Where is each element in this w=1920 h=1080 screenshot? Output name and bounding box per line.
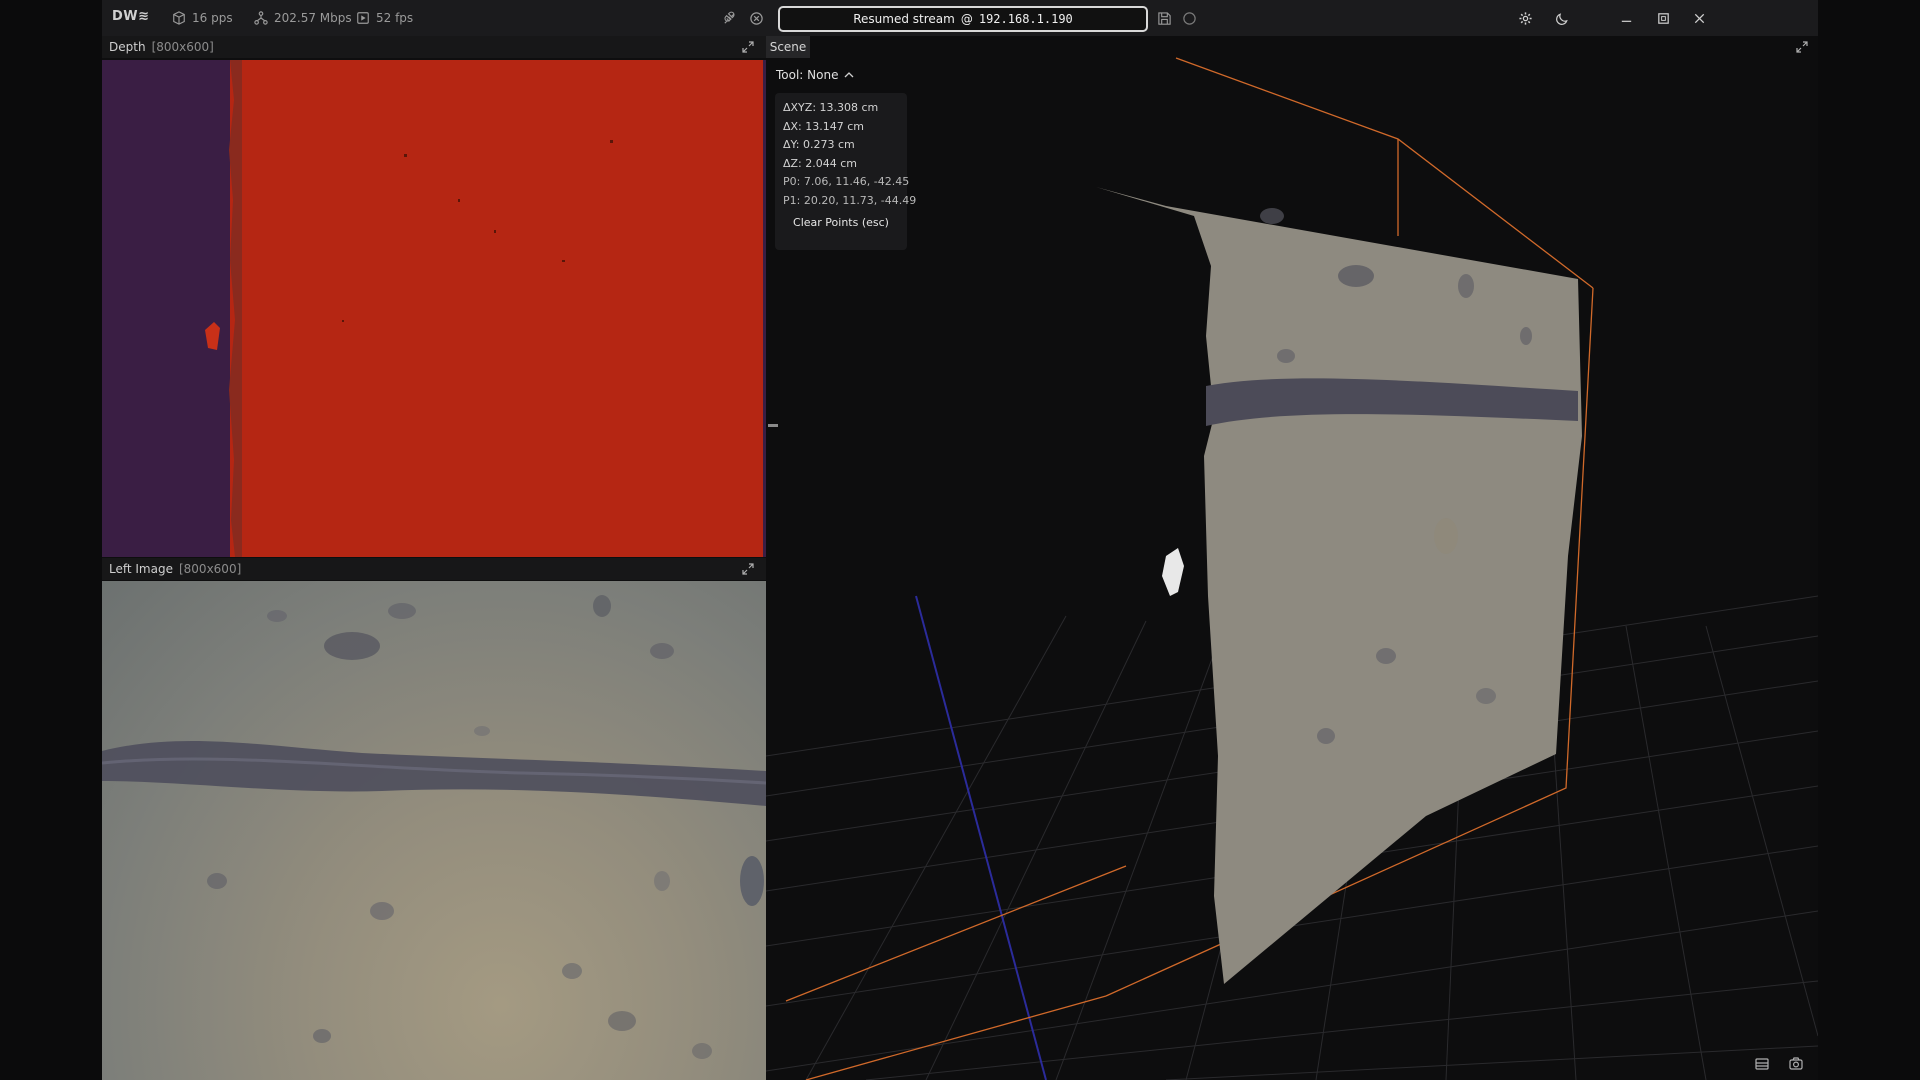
depth-map-overlay <box>205 60 613 557</box>
chevron-up-icon <box>845 72 854 78</box>
pps-indicator: 16 pps <box>172 9 233 27</box>
maximize-icon[interactable] <box>1654 9 1672 27</box>
network-icon <box>254 11 268 25</box>
camera-texture <box>102 595 766 1059</box>
stop-stream-icon[interactable] <box>747 9 765 27</box>
expand-icon[interactable] <box>1796 41 1808 53</box>
app-logo: DW≋ <box>112 9 150 24</box>
measurement-panel: ΔXYZ: 13.308 cm ΔX: 13.147 cm ΔY: 0.273 … <box>775 93 917 250</box>
settings-gear-icon[interactable] <box>1516 9 1534 27</box>
left-camera-image[interactable] <box>102 581 766 1080</box>
scene-3d-view[interactable]: Scene Tool: None ΔXYZ: 13.308 cm ΔX: 13.… <box>766 36 1818 1080</box>
point-p1: P1: 20.20, 11.73, -44.49 <box>783 193 917 207</box>
scene-bottom-toolbar <box>1754 1056 1804 1072</box>
record-icon[interactable] <box>1180 9 1198 27</box>
disconnect-icon[interactable] <box>720 9 738 27</box>
depth-panel-header: Depth [800x600] <box>102 36 766 58</box>
close-icon[interactable] <box>1690 9 1708 27</box>
camera-reset-icon[interactable] <box>1788 1056 1804 1072</box>
depth-panel-title: Depth <box>109 40 146 54</box>
layers-icon[interactable] <box>1754 1056 1770 1072</box>
cube-icon <box>173 11 185 25</box>
stream-ip: 192.168.1.190 <box>978 12 1073 26</box>
left-panel-header: Left Image [800x600] <box>102 558 766 580</box>
depth-map-view[interactable] <box>102 60 763 557</box>
delta-xyz: ΔXYZ: 13.308 cm <box>783 101 879 114</box>
save-icon[interactable] <box>1155 9 1173 27</box>
bandwidth-value: 202.57 Mbps <box>274 11 352 25</box>
app-window: DW≋ 16 pps 202.57 Mbps 52 fps Resumed st… <box>102 0 1818 1080</box>
delta-x: ΔX: 13.147 cm <box>783 119 865 133</box>
delta-z: ΔZ: 2.044 cm <box>783 156 858 170</box>
fps-indicator: 52 fps <box>356 9 413 27</box>
scene-canvas <box>766 57 1818 1080</box>
moon-theme-icon[interactable] <box>1553 9 1571 27</box>
stream-at: @ <box>960 12 973 26</box>
left-panel-title: Left Image <box>109 562 173 576</box>
stream-address-field[interactable]: Resumed stream @ 192.168.1.190 <box>778 6 1148 32</box>
title-bar: DW≋ 16 pps 202.57 Mbps 52 fps Resumed st… <box>102 0 1818 37</box>
expand-icon[interactable] <box>742 41 754 53</box>
delta-y: ΔY: 0.273 cm <box>783 138 855 151</box>
fps-value: 52 fps <box>376 11 414 25</box>
minimize-icon[interactable] <box>1617 9 1635 27</box>
pps-value: 16 pps <box>192 11 233 25</box>
left-panel-size: [800x600] <box>178 562 242 576</box>
clear-points-button[interactable]: Clear Points (esc) <box>783 216 899 229</box>
tab-scene[interactable]: Scene <box>766 36 810 58</box>
stream-status: Resumed stream <box>853 12 955 26</box>
tool-selector[interactable]: Tool: None <box>776 68 854 82</box>
frame-icon <box>357 12 369 24</box>
depth-panel-size: [800x600] <box>151 40 214 54</box>
tool-label-text: Tool: None <box>776 68 839 82</box>
point-p0: P0: 7.06, 11.46, -42.45 <box>783 175 910 188</box>
bandwidth-indicator: 202.57 Mbps <box>254 9 352 27</box>
expand-icon[interactable] <box>742 563 754 575</box>
